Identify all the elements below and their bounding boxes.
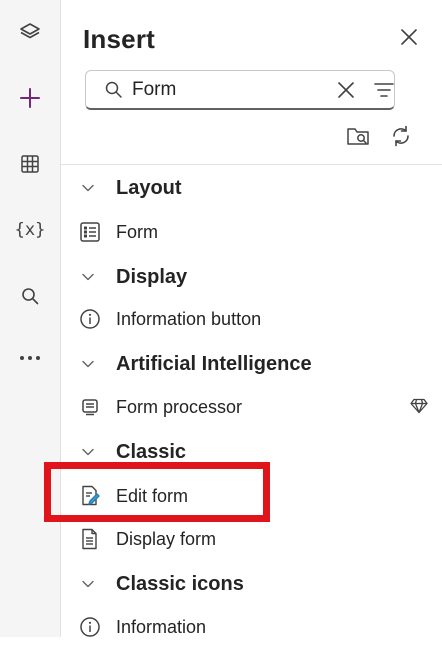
item-information-button[interactable]: Information button [61, 299, 442, 339]
variables-button[interactable]: {x} [6, 208, 54, 252]
item-label: Edit form [116, 485, 189, 506]
search-icon [20, 286, 40, 306]
item-display-form[interactable]: Display form [61, 519, 442, 559]
insert-panel: Insert Form Layout Form Display Informat… [61, 0, 442, 637]
item-label: Form processor [116, 396, 243, 417]
search-rail-button[interactable] [6, 274, 54, 318]
refresh-icon [389, 124, 413, 153]
layers-icon [19, 21, 41, 43]
item-information[interactable]: Information [61, 607, 442, 647]
category-label: Artificial Intelligence [116, 352, 312, 375]
item-label: Form [116, 221, 158, 242]
close-icon [400, 28, 418, 51]
item-label: Information button [116, 308, 262, 329]
display-form-icon [79, 528, 101, 550]
search-icon [104, 80, 124, 105]
category-artificial-intelligence[interactable]: Artificial Intelligence [61, 344, 442, 384]
more-icon [19, 355, 41, 361]
item-form-processor[interactable]: Form processor [61, 387, 442, 427]
left-rail: {x} [0, 0, 61, 637]
form-icon [79, 221, 101, 243]
item-label: Information [116, 616, 207, 637]
close-button[interactable] [396, 26, 422, 52]
form-processor-icon [79, 396, 101, 418]
variables-icon: {x} [14, 220, 46, 240]
folder-search-icon [346, 124, 372, 153]
info-icon [79, 308, 101, 330]
add-icon [18, 86, 42, 110]
info-icon [79, 616, 101, 638]
category-label: Display [116, 265, 188, 288]
clear-search-icon[interactable] [336, 80, 356, 105]
chevron-down-icon [81, 181, 95, 200]
panel-title: Insert [83, 24, 156, 54]
category-label: Classic icons [116, 572, 244, 595]
search-box [85, 70, 395, 110]
chevron-down-icon [81, 577, 95, 596]
chevron-down-icon [81, 357, 95, 376]
refresh-button[interactable] [387, 124, 415, 152]
edit-form-icon [79, 485, 101, 507]
item-form[interactable]: Form [61, 212, 442, 252]
data-button[interactable] [6, 142, 54, 186]
tree-view-button[interactable] [6, 10, 54, 54]
category-label: Classic [116, 440, 187, 463]
item-label: Display form [116, 528, 217, 549]
insert-button[interactable] [6, 76, 54, 120]
search-input[interactable] [132, 77, 322, 103]
divider [61, 164, 442, 165]
browse-folder-button[interactable] [345, 124, 373, 152]
chevron-down-icon [81, 445, 95, 464]
chevron-down-icon [81, 270, 95, 289]
table-icon [20, 154, 40, 174]
item-edit-form[interactable]: Edit form [61, 476, 442, 516]
category-classic[interactable]: Classic [61, 432, 442, 472]
premium-diamond-icon [410, 398, 428, 419]
category-display[interactable]: Display [61, 257, 442, 297]
more-button[interactable] [6, 336, 54, 380]
category-layout[interactable]: Layout [61, 168, 442, 208]
category-label: Layout [116, 176, 182, 199]
filter-icon[interactable] [374, 81, 394, 104]
category-classic-icons[interactable]: Classic icons [61, 564, 442, 604]
